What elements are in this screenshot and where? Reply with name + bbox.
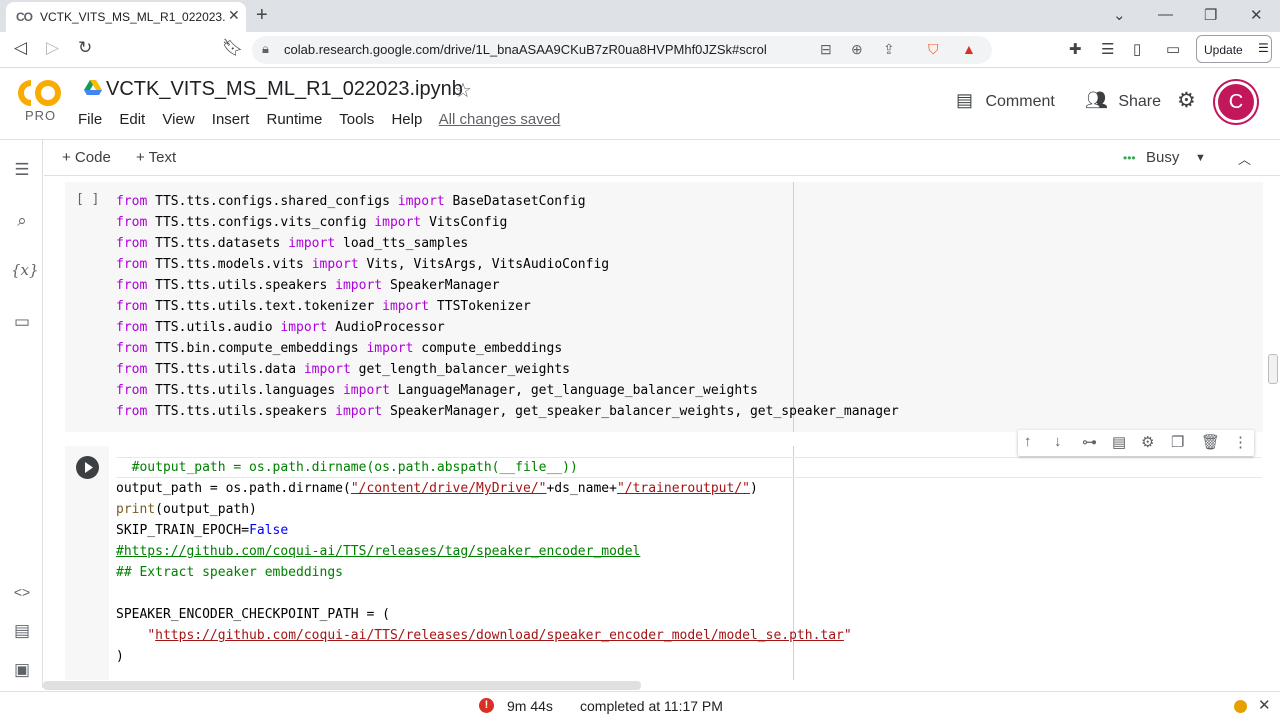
update-button[interactable]: Update ☰ — [1196, 35, 1272, 63]
close-window-icon[interactable]: ✕ — [1250, 6, 1263, 24]
google-drive-icon[interactable] — [84, 80, 102, 96]
code-editor-config[interactable]: #output_path = os.path.dirname(os.path.a… — [116, 457, 852, 667]
colab-logo-icon[interactable] — [16, 78, 62, 108]
browser-tab-bar: CO VCTK_VITS_MS_ML_R1_022023.ipynb ✕ + ⌄… — [0, 0, 1280, 32]
brave-rewards-icon[interactable]: ▲ — [962, 41, 976, 57]
brave-shield-icon[interactable]: ⛉ — [928, 41, 939, 58]
zoom-icon[interactable]: ⊕ — [851, 41, 863, 58]
share-page-icon[interactable]: ⇪ — [883, 41, 895, 58]
notebook-title[interactable]: VCTK_VITS_MS_ML_R1_022023.ipynb — [106, 78, 463, 101]
bookmark-icon[interactable]: 🔖︎ — [222, 38, 244, 58]
comment-label: Comment — [985, 93, 1055, 110]
more-vert-icon[interactable]: ⋮ — [1233, 433, 1248, 451]
gear-icon[interactable]: ⚙ — [1177, 88, 1196, 113]
install-app-icon[interactable]: ⊟ — [820, 41, 832, 58]
add-code-button[interactable]: + Code — [62, 149, 111, 166]
browser-tab[interactable]: CO VCTK_VITS_MS_ML_R1_022023.ipynb ✕ — [6, 2, 246, 32]
update-label: Update — [1204, 43, 1243, 57]
cell-execution-bracket[interactable]: [ ] — [76, 192, 99, 207]
menu-runtime[interactable]: Runtime — [266, 111, 322, 128]
address-bar-row: ◁ ▷ ↻ 🔖︎ 🔒︎ colab.research.google.com/dr… — [0, 32, 1280, 68]
run-cell-button[interactable] — [76, 456, 99, 479]
menu-edit[interactable]: Edit — [119, 111, 145, 128]
tab-title: VCTK_VITS_MS_ML_R1_022023.ipynb — [40, 10, 226, 24]
people-icon: 👥︎ — [1085, 90, 1108, 110]
omnibox[interactable]: 🔒︎ colab.research.google.com/drive/1L_bn… — [252, 36, 992, 64]
restore-icon[interactable]: ❐ — [1204, 6, 1217, 24]
folder-icon[interactable]: ▭ — [11, 312, 33, 332]
move-up-icon[interactable]: ↑ — [1024, 433, 1032, 450]
menu-help[interactable]: Help — [391, 111, 422, 128]
variables-icon[interactable]: {x} — [11, 261, 39, 279]
menu-icon: ☰ — [1258, 41, 1269, 55]
cell-settings-icon[interactable]: ⚙ — [1141, 433, 1154, 451]
collapse-header-icon[interactable]: ︿ — [1238, 149, 1251, 168]
save-status-link[interactable]: All changes saved — [439, 111, 561, 128]
error-icon: ! — [479, 698, 494, 713]
horizontal-scrollbar[interactable] — [43, 681, 641, 690]
back-icon[interactable]: ◁ — [14, 38, 27, 58]
close-tab-icon[interactable]: ✕ — [228, 7, 240, 24]
runtime-dropdown-icon[interactable]: ▼ — [1195, 152, 1206, 164]
minimize-icon[interactable]: — — [1158, 6, 1173, 23]
star-icon[interactable]: ☆ — [454, 78, 472, 103]
forward-icon[interactable]: ▷ — [46, 38, 59, 58]
menu-tools[interactable]: Tools — [339, 111, 374, 128]
vertical-scrollbar[interactable] — [1268, 354, 1278, 384]
comment-button[interactable]: ▤ Comment — [956, 90, 1055, 111]
runtime-indicator-icon[interactable] — [1234, 700, 1247, 713]
share-button[interactable]: 👥︎ Share — [1085, 90, 1161, 111]
wallet-icon[interactable]: ▭ — [1166, 40, 1180, 58]
mirror-cell-icon[interactable]: ❐ — [1171, 433, 1184, 451]
status-bar: ! 9m 44s completed at 11:17 PM ✕ — [0, 691, 1280, 720]
menu-insert[interactable]: Insert — [212, 111, 250, 128]
notebook-toolbar: + Code + Text ••• Busy ▼ ︿ — [44, 140, 1280, 176]
menu-bar: File Edit View Insert Runtime Tools Help… — [78, 111, 573, 128]
menu-view[interactable]: View — [162, 111, 194, 128]
move-down-icon[interactable]: ↓ — [1054, 433, 1062, 450]
comment-cell-icon[interactable]: ▤ — [1112, 433, 1126, 451]
elapsed-time[interactable]: 9m 44s — [507, 698, 553, 714]
completion-status[interactable]: completed at 11:17 PM — [580, 698, 723, 714]
delete-icon[interactable]: 🗑︎ — [1201, 433, 1220, 451]
avatar[interactable]: C — [1215, 81, 1257, 123]
lock-icon: 🔒︎ — [262, 41, 269, 56]
playlist-icon[interactable]: ☰ — [1101, 40, 1114, 58]
left-rail: ☰ ⌕ {x} ▭ <> ▤ ▣ — [0, 140, 43, 688]
pro-badge: PRO — [25, 108, 57, 123]
tab-search-icon[interactable]: ⌄ — [1113, 6, 1126, 24]
new-tab-icon[interactable]: + — [256, 4, 268, 27]
runtime-status-button[interactable]: Busy — [1146, 149, 1179, 166]
menu-file[interactable]: File — [78, 111, 102, 128]
cell-toolbar: ↑ ↓ ⊶ ▤ ⚙ ❐ 🗑︎ ⋮ — [1018, 430, 1254, 456]
link-icon[interactable]: ⊶ — [1082, 433, 1097, 451]
colab-header: PRO VCTK_VITS_MS_ML_R1_022023.ipynb ☆ Fi… — [0, 68, 1280, 140]
search-icon[interactable]: ⌕ — [11, 211, 33, 231]
reload-icon[interactable]: ↻ — [78, 38, 92, 58]
command-palette-icon[interactable]: ▤ — [11, 621, 33, 641]
busy-dots-icon: ••• — [1123, 151, 1136, 165]
code-editor-imports[interactable]: from TTS.tts.configs.shared_configs impo… — [116, 191, 899, 422]
colab-favicon-icon: CO — [16, 10, 33, 24]
url-text: colab.research.google.com/drive/1L_bnaAS… — [284, 42, 766, 57]
share-label: Share — [1118, 93, 1162, 110]
code-snippets-icon[interactable]: <> — [11, 584, 33, 600]
extensions-icon[interactable]: ✚ — [1069, 40, 1082, 58]
run-icon — [85, 462, 93, 473]
comment-icon: ▤ — [956, 90, 974, 110]
sidebar-icon[interactable]: ▯ — [1133, 40, 1141, 58]
close-status-icon[interactable]: ✕ — [1258, 696, 1271, 714]
add-text-button[interactable]: + Text — [136, 149, 176, 166]
terminal-icon[interactable]: ▣ — [11, 660, 33, 680]
list-icon[interactable]: ☰ — [11, 160, 33, 180]
